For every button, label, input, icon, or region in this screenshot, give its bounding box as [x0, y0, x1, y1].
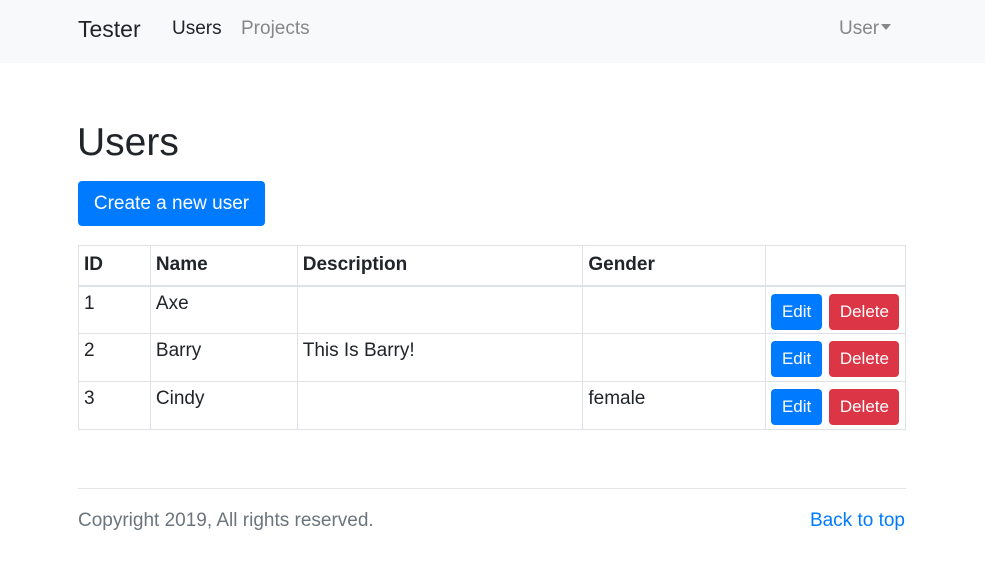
- delete-button[interactable]: Delete: [829, 389, 900, 425]
- cell-description: [296, 285, 584, 334]
- brand-link[interactable]: Tester: [78, 14, 141, 44]
- column-header-id: ID: [78, 245, 151, 287]
- cell-actions: Edit Delete: [765, 381, 906, 430]
- caret-down-icon: [881, 24, 892, 30]
- table-row: 1 Axe Edit Delete: [78, 285, 906, 334]
- cell-name: Barry: [149, 333, 298, 382]
- user-menu-label: User: [839, 18, 880, 39]
- create-user-button[interactable]: Create a new user: [78, 181, 265, 226]
- cell-gender: [582, 333, 767, 382]
- cell-id: 2: [78, 333, 151, 382]
- cell-actions: Edit Delete: [765, 333, 906, 382]
- copyright-text: Copyright 2019, All rights reserved.: [78, 510, 374, 531]
- cell-name: Cindy: [149, 381, 298, 430]
- nav-link-users[interactable]: Users: [172, 17, 222, 41]
- delete-button[interactable]: Delete: [829, 341, 900, 377]
- user-menu-dropdown[interactable]: User: [839, 17, 892, 41]
- column-header-gender: Gender: [582, 245, 767, 287]
- footer-divider: [78, 488, 906, 489]
- edit-button[interactable]: Edit: [771, 389, 823, 425]
- cell-id: 1: [78, 285, 151, 334]
- column-header-actions: [765, 245, 906, 287]
- table-body: 1 Axe Edit Delete 2 Barry This Is Barry!…: [78, 285, 906, 430]
- top-navbar: Tester Users Projects User: [0, 0, 985, 63]
- edit-button[interactable]: Edit: [771, 293, 823, 330]
- cell-name: Axe: [149, 285, 298, 334]
- nav-link-projects[interactable]: Projects: [241, 17, 310, 41]
- cell-gender: female: [582, 381, 767, 430]
- column-header-description: Description: [296, 245, 584, 287]
- cell-id: 3: [78, 381, 151, 430]
- cell-actions: Edit Delete: [765, 285, 906, 334]
- table-header: ID Name Description Gender: [78, 245, 906, 287]
- column-header-name: Name: [149, 245, 298, 287]
- cell-description: This Is Barry!: [296, 333, 584, 382]
- table-row: 2 Barry This Is Barry! Edit Delete: [78, 333, 906, 382]
- cell-description: [296, 381, 584, 430]
- users-table: ID Name Description Gender 1 Axe Edit De…: [78, 245, 906, 430]
- table-header-row: ID Name Description Gender: [78, 245, 906, 287]
- edit-button[interactable]: Edit: [771, 341, 823, 377]
- delete-button[interactable]: Delete: [829, 293, 900, 330]
- page-title: Users: [77, 121, 179, 164]
- back-to-top-link[interactable]: Back to top: [810, 510, 905, 532]
- cell-gender: [582, 285, 767, 334]
- table-row: 3 Cindy female Edit Delete: [78, 381, 906, 430]
